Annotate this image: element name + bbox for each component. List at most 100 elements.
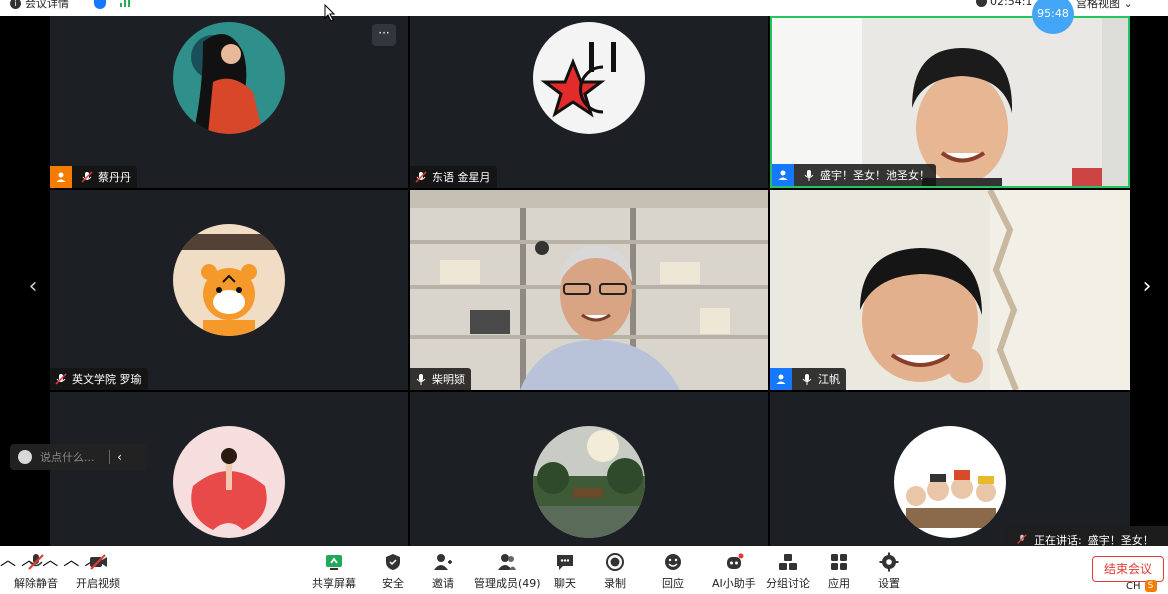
settings-label: 设置 — [878, 577, 900, 590]
participant-video — [410, 190, 768, 390]
participant-name: 蔡丹丹 — [98, 171, 131, 184]
breakout-rooms-label: 分组讨论 — [766, 577, 810, 590]
reactions-label: 回应 — [662, 577, 684, 590]
ime-indicator[interactable]: CH S — [1126, 580, 1157, 592]
apps-button[interactable]: 应用 — [828, 552, 850, 591]
manage-members-button[interactable]: 管理成员(49) — [474, 552, 541, 591]
participant-tile[interactable]: 东语 金星月 — [410, 16, 768, 188]
info-icon: i — [10, 0, 21, 9]
smiley-icon — [663, 552, 683, 572]
apps-grid-icon — [829, 552, 849, 572]
security-button[interactable]: 安全 — [382, 552, 404, 591]
view-mode-label: 宫格视图 — [1076, 0, 1120, 10]
members-icon — [497, 552, 517, 572]
reactions-button[interactable]: 回应 — [662, 552, 684, 591]
participant-avatar — [173, 426, 285, 538]
record-button[interactable]: 录制 — [604, 552, 626, 591]
participant-name-tag: 蔡丹丹 — [50, 166, 137, 188]
participant-avatar — [533, 22, 645, 134]
chat-label: 聊天 — [554, 577, 576, 590]
start-video-button[interactable]: 开启视频 — [76, 552, 120, 591]
meeting-info-button[interactable]: i 会议详情 — [10, 0, 69, 11]
chat-input-box[interactable]: 说点什么... ‹ — [10, 444, 146, 470]
apps-label: 应用 — [828, 577, 850, 590]
chat-bubble-icon — [555, 552, 575, 572]
ai-assistant-button[interactable]: AI小助手 — [712, 552, 756, 591]
ime-language: CH — [1126, 580, 1141, 592]
participant-name-tag: 江帆 — [770, 368, 846, 390]
more-options-button[interactable]: ··· — [372, 24, 396, 46]
participant-tile[interactable]: 江帆 — [770, 190, 1130, 390]
participant-name: 柴明颎 — [432, 373, 465, 386]
video-grid: ‹ › ··· 蔡丹丹 东语 金星月 盛宇！圣女！池圣女！ 英文学院 罗瑜 柴明… — [0, 16, 1168, 554]
participant-name-tag: 东语 金星月 — [410, 166, 497, 188]
camera-off-icon — [88, 552, 108, 572]
chat-button[interactable]: 聊天 — [554, 552, 576, 591]
participant-name: 英文学院 罗瑜 — [72, 373, 142, 386]
ai-assistant-label: AI小助手 — [712, 577, 756, 590]
mic-muted-icon — [26, 552, 46, 572]
network-signal-icon[interactable] — [120, 0, 130, 7]
participant-tile[interactable] — [770, 392, 1130, 546]
participant-tile-active-speaker[interactable]: 盛宇！圣女！池圣女！ — [770, 16, 1130, 188]
participant-avatar — [894, 426, 1006, 538]
chat-placeholder[interactable]: 说点什么... — [40, 449, 95, 465]
mouse-cursor-icon — [324, 4, 336, 22]
participant-avatar — [533, 426, 645, 538]
mic-icon — [802, 168, 816, 182]
mic-muted-icon — [80, 170, 94, 184]
mic-muted-icon — [414, 170, 428, 184]
collapse-chevron-icon[interactable]: ‹ — [110, 450, 130, 464]
start-video-label: 开启视频 — [76, 577, 120, 590]
record-icon — [605, 552, 625, 572]
host-user-icon — [50, 166, 72, 188]
participant-avatar — [173, 22, 285, 134]
view-mode-button[interactable]: 宫格视图 ⌄ — [1076, 0, 1133, 11]
invite-label: 邀请 — [432, 577, 454, 590]
meeting-toolbar: 解除静音 ︿ 开启视频 ︿ 共享屏幕 ︿ 安全 邀请 管理成员(49) 聊天 录… — [0, 546, 1168, 594]
manage-members-label: 管理成员(49) — [474, 577, 541, 590]
meeting-duration: 02:54:1 — [976, 0, 1032, 8]
participant-tile[interactable]: 英文学院 罗瑜 — [50, 190, 408, 390]
record-label: 录制 — [604, 577, 626, 590]
invite-button[interactable]: 邀请 — [432, 552, 454, 591]
security-shield-icon[interactable] — [94, 0, 106, 9]
unmute-label: 解除静音 — [14, 577, 58, 590]
mic-icon — [414, 372, 428, 386]
duration-text: 02:54:1 — [990, 0, 1033, 8]
mic-icon — [800, 372, 814, 386]
add-user-icon — [433, 552, 453, 572]
sogou-logo-icon: S — [1144, 580, 1157, 592]
participant-tile[interactable] — [410, 392, 768, 546]
share-screen-icon — [324, 552, 344, 572]
share-screen-button[interactable]: 共享屏幕 — [312, 552, 356, 591]
participant-video — [770, 190, 1130, 390]
share-screen-label: 共享屏幕 — [312, 577, 356, 590]
participant-tile[interactable]: 柴明颎 — [410, 190, 768, 390]
unmute-button[interactable]: 解除静音 — [14, 552, 58, 591]
end-meeting-button[interactable]: 结束会议 — [1092, 556, 1164, 582]
prev-page-arrow-icon[interactable]: ‹ — [22, 274, 44, 299]
next-page-arrow-icon[interactable]: › — [1136, 274, 1158, 299]
participant-name: 盛宇！圣女！池圣女！ — [820, 169, 930, 182]
gear-icon — [879, 552, 899, 572]
participant-name-tag: 盛宇！圣女！池圣女！ — [772, 164, 936, 186]
chevron-down-icon: ⌄ — [1123, 0, 1133, 10]
shield-icon — [383, 552, 403, 572]
participant-video — [772, 18, 1128, 186]
meeting-info-label: 会议详情 — [25, 0, 69, 10]
participant-name: 东语 金星月 — [432, 171, 491, 184]
participant-name-tag: 柴明颎 — [410, 368, 471, 390]
participant-avatar — [173, 224, 285, 336]
breakout-rooms-button[interactable]: 分组讨论 — [766, 552, 810, 591]
robot-icon — [724, 552, 744, 572]
settings-button[interactable]: 设置 — [878, 552, 900, 591]
emoji-icon[interactable] — [18, 450, 32, 464]
mic-muted-icon — [54, 372, 68, 386]
participant-name: 江帆 — [818, 373, 840, 386]
top-bar: i 会议详情 02:54:1 宫格视图 ⌄ — [0, 0, 1168, 16]
participant-tile[interactable]: ··· 蔡丹丹 — [50, 16, 408, 188]
host-user-icon — [770, 368, 792, 390]
clock-icon — [976, 0, 987, 7]
security-label: 安全 — [382, 577, 404, 590]
